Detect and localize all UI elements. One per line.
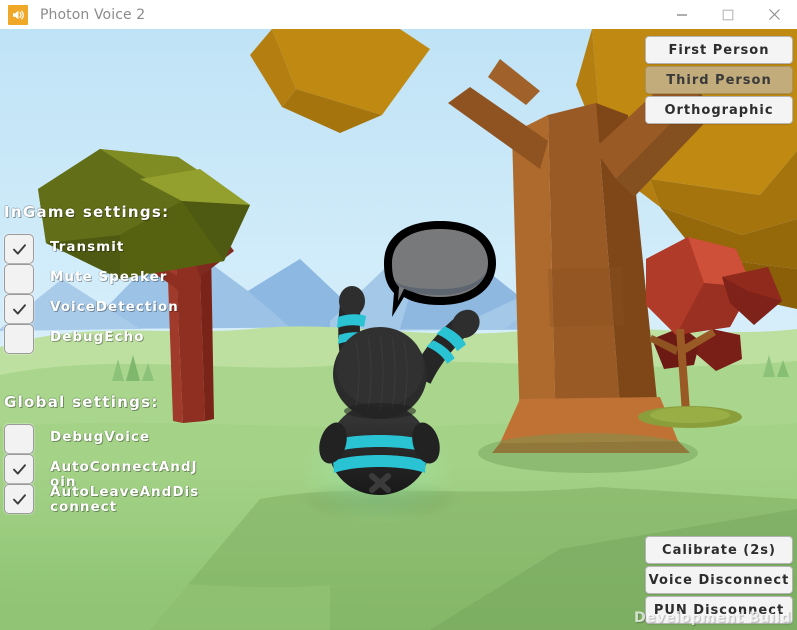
checkbox-label-transmit: Transmit xyxy=(50,239,125,255)
checkbox-label-autoleaveanddisconnect: AutoLeaveAndDisconnect xyxy=(50,484,200,515)
checkbox-row-autoleaveanddisconnect[interactable]: AutoLeaveAndDisconnect xyxy=(4,484,205,515)
voice-disconnect-button[interactable]: Voice Disconnect xyxy=(645,566,793,594)
checkbox-voicedetection[interactable] xyxy=(4,294,34,324)
maximize-icon[interactable] xyxy=(705,0,751,29)
window-controls xyxy=(659,0,797,29)
window-titlebar: Photon Voice 2 xyxy=(0,0,797,29)
checkbox-row-voicedetection[interactable]: VoiceDetection xyxy=(4,294,205,324)
close-icon[interactable] xyxy=(751,0,797,29)
minimize-icon[interactable] xyxy=(659,0,705,29)
checkbox-label-voicedetection: VoiceDetection xyxy=(50,299,179,315)
checkbox-row-debugecho[interactable]: DebugEcho xyxy=(4,324,205,354)
checkbox-autoconnectandjoin[interactable] xyxy=(4,454,34,484)
checkbox-label-debugvoice: DebugVoice xyxy=(50,429,151,445)
checkbox-label-debugecho: DebugEcho xyxy=(50,329,145,345)
camera-button-first-person[interactable]: First Person xyxy=(645,36,793,64)
speaker-icon xyxy=(8,4,28,25)
checkbox-transmit[interactable] xyxy=(4,234,34,264)
application-window: Photon Voice 2 InGame settings: Transmit… xyxy=(0,0,797,630)
checkbox-debugvoice[interactable] xyxy=(4,424,34,454)
pun-disconnect-button[interactable]: PUN Disconnect xyxy=(645,596,793,624)
camera-button-third-person[interactable]: Third Person xyxy=(645,66,793,94)
checkbox-row-debugvoice[interactable]: DebugVoice xyxy=(4,424,205,454)
camera-button-orthographic[interactable]: Orthographic xyxy=(645,96,793,124)
checkbox-row-mute-speaker[interactable]: Mute Speaker xyxy=(4,264,205,294)
game-viewport[interactable]: InGame settings: Transmit Mute Speaker V… xyxy=(0,29,797,630)
calibrate-button[interactable]: Calibrate (2s) xyxy=(645,536,793,564)
checkbox-label-mute-speaker: Mute Speaker xyxy=(50,269,168,285)
checkbox-mute-speaker[interactable] xyxy=(4,264,34,294)
window-title: Photon Voice 2 xyxy=(40,6,146,23)
checkbox-autoleaveanddisconnect[interactable] xyxy=(4,484,34,514)
checkbox-row-transmit[interactable]: Transmit xyxy=(4,234,205,264)
checkbox-debugecho[interactable] xyxy=(4,324,34,354)
